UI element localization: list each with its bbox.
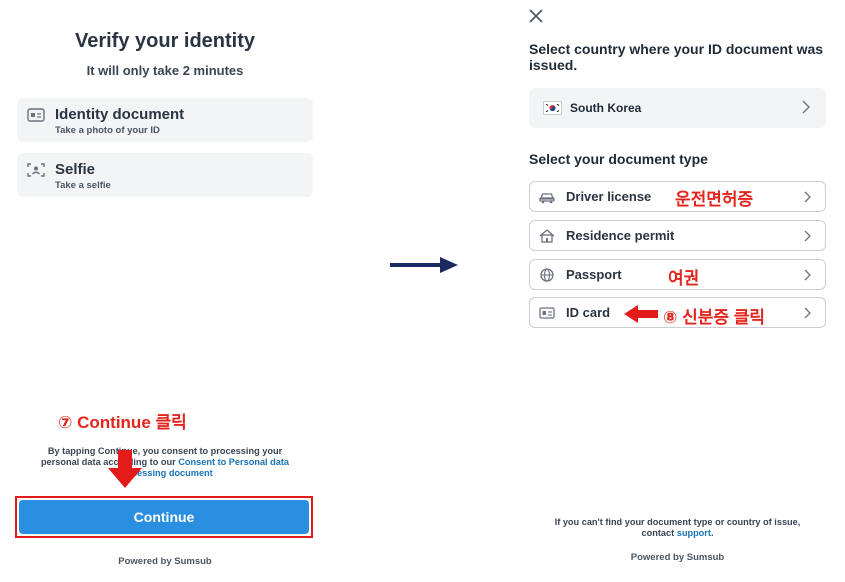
country-heading: Select country where your ID document wa… — [529, 41, 824, 73]
document-label: Driver license — [566, 189, 652, 204]
document-type-heading: Select your document type — [529, 151, 708, 167]
residence-permit-option[interactable]: Residence permit — [529, 220, 826, 251]
globe-icon — [540, 268, 554, 282]
country-selector[interactable]: South Korea — [529, 88, 826, 128]
step-8-annotation: ⑧ 신분증 클릭 — [663, 308, 766, 327]
powered-by: Powered by Sumsub — [630, 552, 725, 563]
support-link[interactable]: support — [677, 528, 711, 538]
document-label: Residence permit — [566, 228, 675, 243]
option-subtitle: Take a selfie — [55, 180, 111, 191]
driver-license-note: 운전면허증 — [675, 190, 754, 209]
chevron-right-icon — [802, 100, 810, 114]
document-label: Passport — [566, 267, 622, 282]
powered-by: Powered by Sumsub — [118, 556, 212, 567]
support-note: If you can't find your document type or … — [554, 517, 801, 538]
consent-text: By tapping Continue, you consent to proc… — [20, 446, 310, 479]
document-label: ID card — [566, 305, 611, 320]
option-subtitle: Take a photo of your ID — [55, 125, 160, 136]
chevron-right-icon — [804, 269, 811, 281]
chevron-right-icon — [804, 307, 811, 319]
passport-note: 여권 — [668, 269, 700, 288]
red-down-arrow-icon — [108, 450, 142, 488]
option-title: Selfie — [55, 161, 96, 178]
option-title: Identity document — [55, 106, 185, 123]
face-scan-icon — [27, 163, 45, 177]
car-icon — [539, 193, 555, 204]
chevron-right-icon — [804, 191, 811, 203]
selfie-option[interactable]: Selfie Take a selfie — [17, 153, 313, 197]
id-card-icon — [539, 307, 555, 319]
id-card-icon — [27, 108, 45, 122]
continue-button[interactable]: Continue — [19, 500, 309, 534]
right-arrow-icon — [390, 257, 458, 273]
close-icon[interactable] — [527, 7, 545, 25]
step-7-annotation: ⑦ Continue 클릭 — [58, 413, 187, 432]
identity-document-option[interactable]: Identity document Take a photo of your I… — [17, 98, 313, 142]
south-korea-flag-icon — [543, 101, 562, 115]
house-icon — [539, 229, 555, 243]
consent-link-cont[interactable]: processing document — [20, 468, 310, 479]
country-name: South Korea — [570, 101, 642, 115]
red-left-arrow-icon — [624, 305, 658, 323]
consent-link[interactable]: Consent to Personal data — [178, 457, 289, 467]
chevron-right-icon — [804, 230, 811, 242]
page-subtitle: It will only take 2 minutes — [86, 63, 244, 78]
page-title: Verify your identity — [74, 30, 256, 52]
